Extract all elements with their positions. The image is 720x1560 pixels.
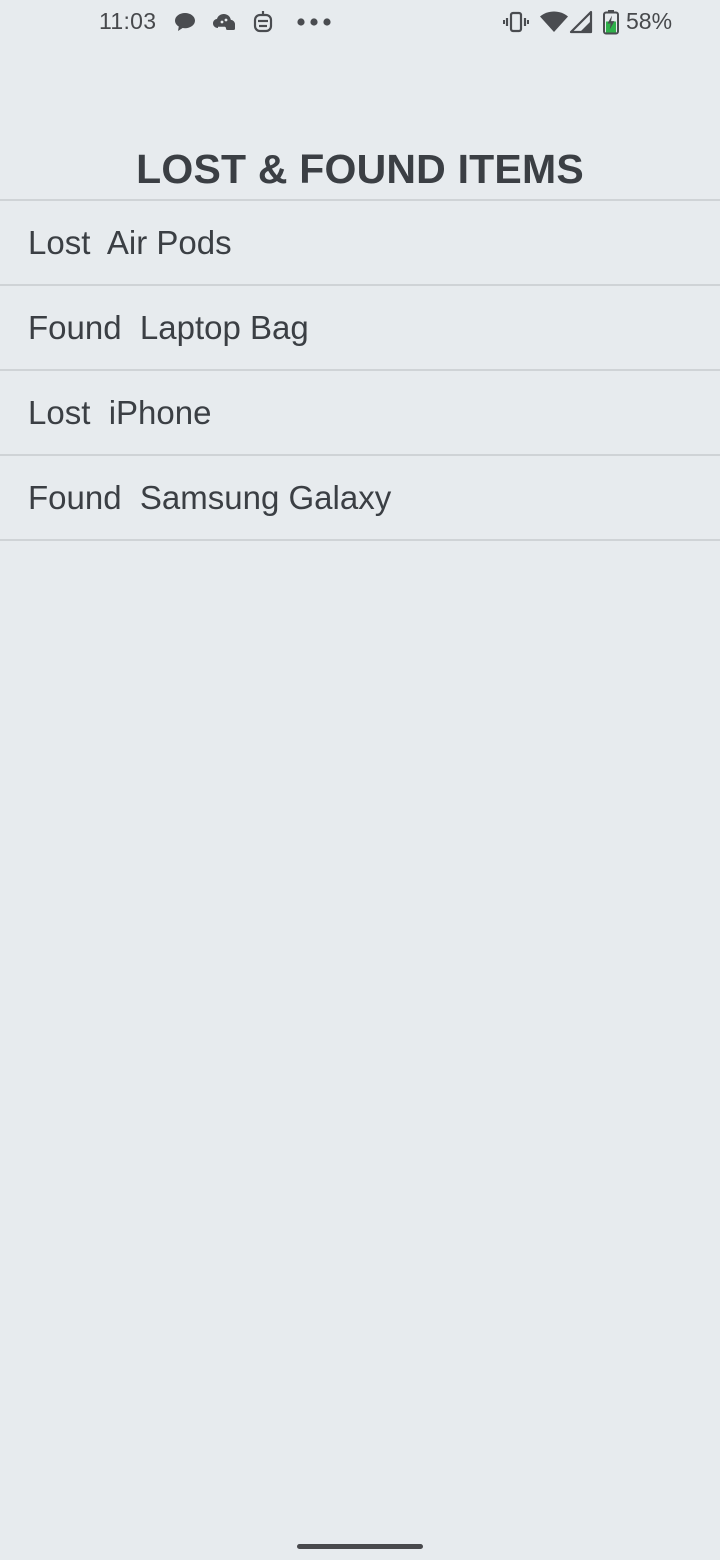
cellular-signal-icon xyxy=(568,9,594,35)
items-list: Lost Air Pods Found Laptop Bag Lost iPho… xyxy=(0,201,720,541)
list-item-label: Lost Air Pods xyxy=(28,224,232,261)
list-item[interactable]: Found Samsung Galaxy xyxy=(0,456,720,541)
list-item[interactable]: Found Laptop Bag xyxy=(0,286,720,371)
battery-charging-icon xyxy=(601,9,621,35)
status-time: 11:03 xyxy=(99,8,157,34)
page-title: LOST & FOUND ITEMS xyxy=(136,146,584,192)
wifi-icon xyxy=(539,9,569,35)
app-screen: 11:03 58% LOST & FOUND ITEMS Lost Air Po… xyxy=(0,0,720,1560)
home-indicator[interactable] xyxy=(297,1544,423,1549)
list-item-label: Found Samsung Galaxy xyxy=(28,479,392,516)
list-item[interactable]: Lost iPhone xyxy=(0,371,720,456)
list-item[interactable]: Lost Air Pods xyxy=(0,201,720,286)
chat-bubble-icon xyxy=(172,9,198,35)
cloud-message-icon xyxy=(211,9,237,35)
list-item-label: Found Laptop Bag xyxy=(28,309,309,346)
status-bar: 11:03 58% xyxy=(0,0,720,44)
battery-percent: 58% xyxy=(626,8,673,34)
more-dots-icon xyxy=(296,9,332,35)
vibrate-icon xyxy=(503,9,529,35)
list-item-label: Lost iPhone xyxy=(28,394,212,431)
robot-face-icon xyxy=(250,9,276,35)
